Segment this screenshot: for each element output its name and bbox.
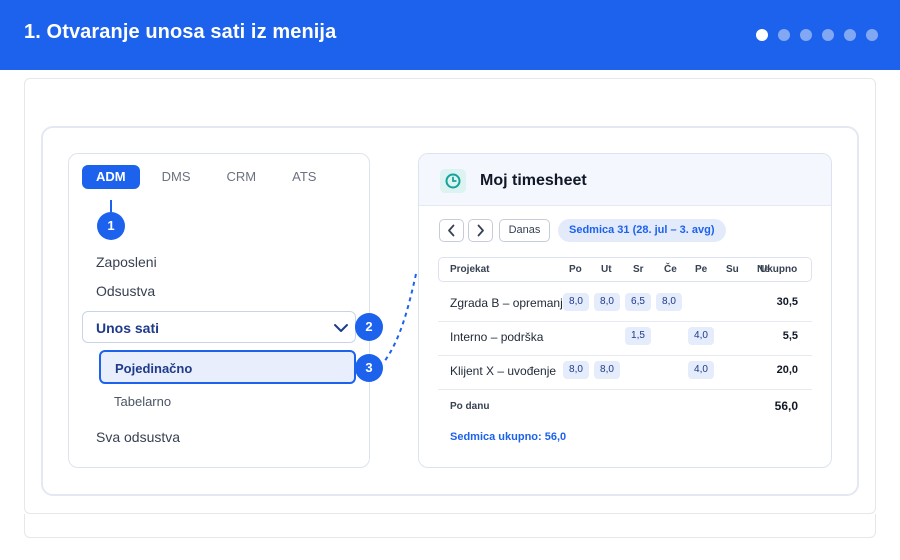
column-project: Projekat xyxy=(450,264,490,275)
tab-adm[interactable]: ADM xyxy=(82,165,140,189)
slide-dot[interactable] xyxy=(800,29,812,41)
tab-dms[interactable]: DMS xyxy=(148,165,205,189)
tab-ats[interactable]: ATS xyxy=(278,165,330,189)
clock-icon xyxy=(440,169,466,193)
chevron-right-icon xyxy=(477,224,484,237)
row-divider xyxy=(438,355,812,356)
slide-dot[interactable] xyxy=(844,29,856,41)
column-po: Po xyxy=(569,264,582,275)
hours-cell[interactable]: 6,5 xyxy=(625,293,651,311)
page-title: 1. Otvaranje unosa sati iz menija xyxy=(24,21,337,43)
row-total: 30,5 xyxy=(776,296,798,308)
hours-cell[interactable]: 1,5 xyxy=(625,327,651,345)
menu-item-odsustva[interactable]: Odsustva xyxy=(96,283,155,299)
week-chip[interactable]: Sedmica 31 (28. jul – 3. avg) xyxy=(558,219,726,242)
header-bar: 1. Otvaranje unosa sati iz menija xyxy=(0,0,900,70)
step-badge-3: 3 xyxy=(355,354,383,382)
today-button[interactable]: Danas xyxy=(499,219,550,242)
row-total: 20,0 xyxy=(776,364,798,376)
slide-dot[interactable] xyxy=(778,29,790,41)
timesheet-header: Moj timesheet xyxy=(419,154,831,206)
table-header xyxy=(438,257,812,282)
hours-cell[interactable]: 8,0 xyxy=(594,361,620,379)
column-sr: Sr xyxy=(633,264,644,275)
row-project-name: Interno – podrška xyxy=(450,330,544,344)
hours-cell[interactable]: 4,0 xyxy=(688,327,714,345)
menu-item-label: Unos sati xyxy=(96,320,160,336)
step-badge-2: 2 xyxy=(355,313,383,341)
row-divider xyxy=(438,389,812,390)
tab-crm[interactable]: CRM xyxy=(213,165,271,189)
chevron-left-icon xyxy=(448,224,455,237)
row-total: 5,5 xyxy=(782,330,798,342)
column-ce: Če xyxy=(664,264,677,275)
row-project-name: Klijent X – uvođenje xyxy=(450,364,557,378)
timesheet-panel: Moj timesheet xyxy=(418,153,832,468)
module-tabs: ADM DMS CRM ATS xyxy=(82,165,330,189)
row-divider xyxy=(438,321,812,322)
slide-dot[interactable] xyxy=(756,29,768,41)
chevron-down-icon xyxy=(334,324,348,332)
step-connector xyxy=(110,200,112,212)
prev-week-button[interactable] xyxy=(439,219,464,242)
hours-cell[interactable]: 8,0 xyxy=(656,293,682,311)
step-badge-1: 1 xyxy=(97,212,125,240)
column-pe: Pe xyxy=(695,264,708,275)
hours-cell[interactable]: 8,0 xyxy=(594,293,620,311)
slide-dot[interactable] xyxy=(822,29,834,41)
column-su: Su xyxy=(726,264,739,275)
submenu-item-tabelarno[interactable]: Tabelarno xyxy=(114,394,171,409)
per-day-total: 56,0 xyxy=(774,399,798,413)
dashed-connector xyxy=(383,273,417,363)
menu-item-sva-odsustva[interactable]: Sva odsustva xyxy=(96,429,180,445)
submenu-item-pojedinacno[interactable]: Pojedinačno xyxy=(99,350,356,384)
slide-footer xyxy=(24,514,876,538)
timesheet-title: Moj timesheet xyxy=(480,172,587,189)
row-project-name: Zgrada B – opremanje xyxy=(450,296,570,310)
week-total: Sedmica ukupno: 56,0 xyxy=(450,431,567,443)
slide-dot[interactable] xyxy=(866,29,878,41)
hours-cell[interactable]: 4,0 xyxy=(688,361,714,379)
hours-cell[interactable]: 8,0 xyxy=(563,361,589,379)
slide-dots xyxy=(756,29,878,41)
column-ut: Ut xyxy=(601,264,612,275)
next-week-button[interactable] xyxy=(468,219,493,242)
column-total: Ukupno xyxy=(760,264,798,275)
submenu-item-label: Pojedinačno xyxy=(115,361,193,376)
per-day-label: Po danu xyxy=(450,401,490,412)
hours-cell[interactable]: 8,0 xyxy=(563,293,589,311)
menu-item-zaposleni[interactable]: Zaposleni xyxy=(96,254,157,270)
menu-item-unos-sati[interactable]: Unos sati xyxy=(82,311,356,343)
